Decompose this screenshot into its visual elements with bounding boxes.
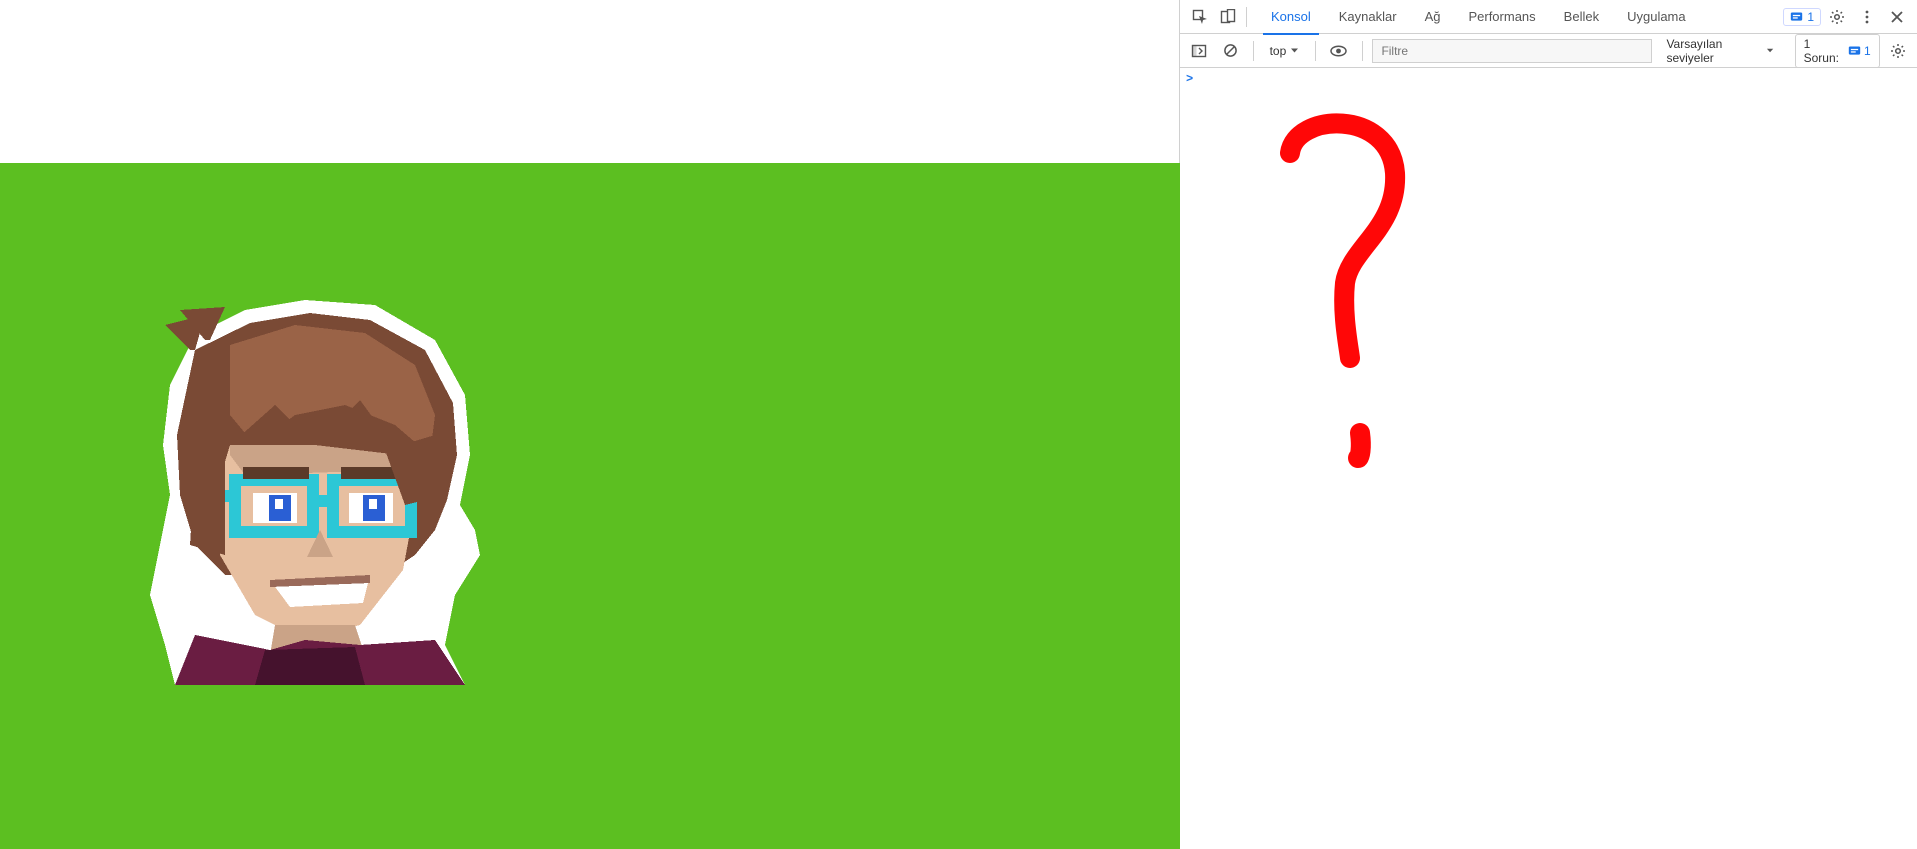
console-filter-input[interactable] <box>1372 39 1652 63</box>
console-prompt-row[interactable]: > <box>1180 68 1917 90</box>
top-issues-count: 1 <box>1807 10 1814 24</box>
pixel-avatar <box>135 295 510 690</box>
issues-small-count: 1 <box>1864 44 1871 58</box>
execution-context-select[interactable]: top <box>1264 42 1306 60</box>
execution-context-label: top <box>1270 44 1287 58</box>
clear-console-icon[interactable] <box>1217 37 1242 65</box>
annotation-question-mark <box>1220 98 1440 518</box>
devtools-tabs-row: Konsol Kaynaklar Ağ Performans Bellek Uy… <box>1180 0 1917 34</box>
device-toolbar-icon[interactable] <box>1214 3 1242 31</box>
page-viewport <box>0 0 1180 849</box>
tab-ag[interactable]: Ağ <box>1411 0 1455 34</box>
devtools-panel: Konsol Kaynaklar Ağ Performans Bellek Uy… <box>1180 0 1917 849</box>
live-expression-icon[interactable] <box>1326 37 1351 65</box>
close-devtools-icon[interactable] <box>1883 3 1911 31</box>
log-levels-label: Varsayılan seviyeler <box>1666 37 1762 65</box>
console-toolbar: top Varsayılan seviyeler 1 Sorun: 1 <box>1180 34 1917 68</box>
chevron-down-icon <box>1290 46 1299 55</box>
tab-bellek[interactable]: Bellek <box>1550 0 1613 34</box>
log-levels-select[interactable]: Varsayılan seviyeler <box>1658 35 1782 67</box>
settings-icon[interactable] <box>1823 3 1851 31</box>
devtools-tabs: Konsol Kaynaklar Ağ Performans Bellek Uy… <box>1257 0 1728 34</box>
issues-label: 1 Sorun: <box>1804 37 1842 65</box>
chevron-down-icon <box>1766 46 1774 55</box>
message-icon <box>1848 44 1861 57</box>
toggle-sidebar-icon[interactable] <box>1186 37 1211 65</box>
issues-pill[interactable]: 1 Sorun: 1 <box>1795 34 1880 68</box>
inspect-element-icon[interactable] <box>1186 3 1214 31</box>
kebab-menu-icon[interactable] <box>1853 3 1881 31</box>
tab-uygulama[interactable]: Uygulama <box>1613 0 1700 34</box>
tab-kaynaklar[interactable]: Kaynaklar <box>1325 0 1411 34</box>
prompt-caret: > <box>1186 72 1193 86</box>
tab-performans[interactable]: Performans <box>1454 0 1549 34</box>
console-settings-icon[interactable] <box>1886 37 1911 65</box>
top-issues-chip[interactable]: 1 <box>1783 8 1821 26</box>
tabs-overflow-icon[interactable] <box>1700 0 1728 34</box>
tab-konsol[interactable]: Konsol <box>1257 0 1325 34</box>
console-body[interactable]: > <box>1180 68 1917 849</box>
